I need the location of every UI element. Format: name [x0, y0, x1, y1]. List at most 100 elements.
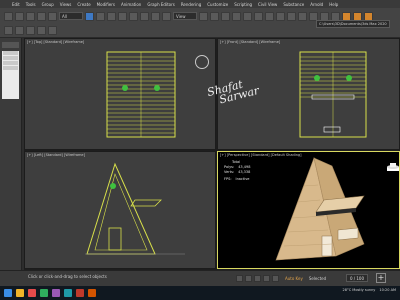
- list-item[interactable]: [3, 51, 18, 55]
- status-bar: Click or click-and-drag to select object…: [0, 270, 400, 286]
- menu-bar: Edit Tools Group Views Create Modifiers …: [0, 0, 400, 8]
- scene-explorer-header[interactable]: [2, 42, 19, 48]
- menu-item-graph-editors[interactable]: Graph Editors: [147, 2, 174, 7]
- clock[interactable]: 10:20 AM: [379, 288, 396, 292]
- align-icon[interactable]: [287, 11, 296, 21]
- redo-icon[interactable]: [15, 11, 24, 21]
- next-frame-icon[interactable]: [263, 275, 270, 282]
- manipulate-icon[interactable]: [210, 11, 219, 21]
- file-explorer-icon[interactable]: [16, 289, 24, 297]
- weather-widget[interactable]: 28°C Mostly sunny: [343, 288, 376, 292]
- menu-item-edit[interactable]: Edit: [12, 2, 20, 7]
- green-marker: [154, 85, 160, 91]
- add-time-tag-icon[interactable]: +: [376, 273, 386, 283]
- browser-icon[interactable]: [28, 289, 36, 297]
- app-icon[interactable]: [52, 289, 60, 297]
- ribbon-selection-icon[interactable]: [26, 25, 35, 35]
- select-and-move-icon[interactable]: [129, 11, 138, 21]
- menu-item-scripting[interactable]: Scripting: [234, 2, 252, 7]
- go-to-start-icon[interactable]: [236, 275, 243, 282]
- percent-snap-icon[interactable]: [243, 11, 252, 21]
- menu-item-create[interactable]: Create: [77, 2, 90, 7]
- bind-space-warp-icon[interactable]: [48, 11, 57, 21]
- green-marker: [346, 75, 352, 81]
- select-object-icon[interactable]: [85, 11, 94, 21]
- viewport-perspective[interactable]: [+] [Perspective] [Standard] [Default Sh…: [217, 151, 400, 269]
- desk-outline: [130, 199, 162, 207]
- front-view-wireframe: [299, 51, 367, 138]
- viewcube-icon[interactable]: [195, 55, 209, 69]
- start-menu-icon[interactable]: [4, 289, 12, 297]
- main-toolbar: All View C:\Users\3D\Documents\3ds Max 2…: [0, 8, 400, 38]
- app-icon[interactable]: [76, 289, 84, 297]
- select-and-scale-icon[interactable]: [151, 11, 160, 21]
- previous-frame-icon[interactable]: [245, 275, 252, 282]
- window-crossing-icon[interactable]: [118, 11, 127, 21]
- undo-icon[interactable]: [4, 11, 13, 21]
- top-view-wireframe: [106, 51, 176, 138]
- ribbon-freeform-icon[interactable]: [15, 25, 24, 35]
- menu-item-civil-view[interactable]: Civil View: [258, 2, 277, 7]
- perspective-render: [275, 156, 365, 261]
- ribbon-modeling-icon[interactable]: [4, 25, 13, 35]
- select-and-place-icon[interactable]: [162, 11, 171, 21]
- green-marker: [314, 75, 320, 81]
- app-icon[interactable]: [40, 289, 48, 297]
- home-icon[interactable]: [386, 162, 400, 172]
- menu-item-arnold[interactable]: Arnold: [310, 2, 323, 7]
- wire-slats: [300, 52, 366, 137]
- menu-item-substance[interactable]: Substance: [283, 2, 304, 7]
- app-window: Edit Tools Group Views Create Modifiers …: [0, 0, 400, 300]
- key-filter-dropdown[interactable]: Selected: [309, 276, 326, 281]
- rectangular-selection-icon[interactable]: [107, 11, 116, 21]
- select-by-name-icon[interactable]: [96, 11, 105, 21]
- mirror-icon[interactable]: [276, 11, 285, 21]
- menu-item-animation[interactable]: Animation: [121, 2, 141, 7]
- menu-item-customize[interactable]: Customize: [207, 2, 228, 7]
- menu-item-views[interactable]: Views: [60, 2, 72, 7]
- system-tray: 28°C Mostly sunny 10:20 AM: [343, 288, 396, 292]
- base-panel-outline: [323, 126, 341, 133]
- named-selection-icon[interactable]: [265, 11, 274, 21]
- selection-filter-dropdown[interactable]: All: [59, 12, 83, 20]
- list-item[interactable]: [3, 66, 18, 70]
- seat-panel: [321, 235, 333, 257]
- scene-explorer-panel: [0, 38, 22, 270]
- green-marker: [110, 183, 116, 189]
- viewport-left[interactable]: [+] [Left] [Standard] [Wireframe]: [24, 151, 216, 269]
- play-icon[interactable]: [254, 275, 261, 282]
- wire-slats: [107, 52, 175, 137]
- left-view-wireframe: [85, 162, 185, 255]
- unlink-icon[interactable]: [37, 11, 46, 21]
- 3ds-max-icon[interactable]: [64, 289, 72, 297]
- project-path-field[interactable]: C:\Users\3D\Documents\3ds Max 2020: [316, 20, 390, 28]
- menu-item-group[interactable]: Group: [42, 2, 54, 7]
- ribbon-object-paint-icon[interactable]: [37, 25, 46, 35]
- select-and-rotate-icon[interactable]: [140, 11, 149, 21]
- ribbon-populate-icon[interactable]: [48, 25, 57, 35]
- auto-key-button[interactable]: Auto Key: [285, 276, 303, 281]
- snaps-toggle-icon[interactable]: [221, 11, 230, 21]
- frame-counter[interactable]: 0 / 100: [346, 274, 368, 282]
- viewport-front[interactable]: [+] [Front] [Standard] [Wireframe]: [217, 38, 400, 150]
- list-item[interactable]: [3, 61, 18, 65]
- pivot-point-icon[interactable]: [199, 11, 208, 21]
- toolbar-row-2: [4, 24, 57, 36]
- menu-item-tools[interactable]: Tools: [26, 2, 36, 7]
- green-marker: [122, 85, 128, 91]
- menu-item-help[interactable]: Help: [329, 2, 338, 7]
- spinner-snap-icon[interactable]: [254, 11, 263, 21]
- layer-explorer-icon[interactable]: [298, 11, 307, 21]
- menu-item-modifiers[interactable]: Modifiers: [97, 2, 115, 7]
- drawer-panel: [337, 227, 359, 241]
- app-icon[interactable]: [88, 289, 96, 297]
- link-icon[interactable]: [26, 11, 35, 21]
- viewport-top[interactable]: [+] [Top] [Standard] [Wireframe]: [24, 38, 216, 150]
- go-to-end-icon[interactable]: [272, 275, 279, 282]
- angle-snap-icon[interactable]: [232, 11, 241, 21]
- reference-coordinate-dropdown[interactable]: View: [173, 12, 197, 20]
- list-item[interactable]: [3, 56, 18, 60]
- scene-object-list[interactable]: [2, 51, 19, 99]
- status-prompt-text: Click or click-and-drag to select object…: [28, 274, 107, 279]
- menu-item-rendering[interactable]: Rendering: [181, 2, 201, 7]
